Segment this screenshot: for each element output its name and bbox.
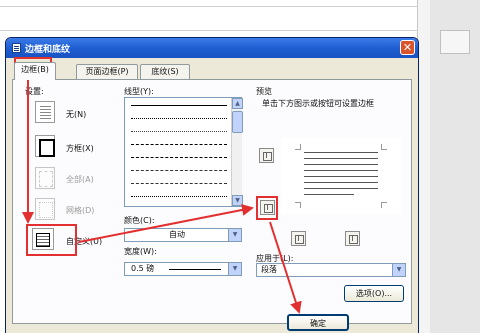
preview-text-line [304,158,378,159]
line-style-list[interactable]: ▲ ▼ [124,97,243,207]
preview-corner [295,202,301,208]
page-divider [0,30,418,31]
width-value: 0.5 磅 [131,264,155,273]
options-button[interactable]: 选项(O)... [344,285,404,302]
ok-button[interactable]: 确定 [287,314,349,331]
top-border-icon[interactable] [259,148,274,163]
color-dropdown[interactable]: 自动 ▼ [124,228,242,242]
border-none-icon[interactable] [35,101,55,123]
setting-none-label[interactable]: 无(N) [66,109,86,120]
line-style-dotted[interactable] [131,118,227,119]
width-line-sample [169,269,221,270]
tab-page-border[interactable]: 页面边框(P) [76,64,138,79]
line-style-dash-dot[interactable] [131,170,227,171]
close-button[interactable]: ✕ [400,40,415,55]
tab-borders[interactable]: 边框(B) [14,62,56,80]
scroll-down-icon[interactable]: ▼ [232,195,243,206]
border-grid-icon [35,198,55,220]
apply-to-dropdown[interactable]: 段落 ▼ [256,263,406,277]
document-side-thumbnail [440,30,470,54]
preview-text-line [304,194,354,195]
setting-all-label: 全部(A) [66,175,94,184]
line-style-dashed[interactable] [131,144,227,145]
width-label: 宽度(W): [124,247,157,256]
preview-corner [381,202,387,208]
preview-text-line [304,188,378,189]
right-border-icon[interactable] [345,231,360,246]
line-style-dash-dot-dot[interactable] [131,183,227,184]
preview-text-line [304,182,378,183]
document-icon [12,43,21,53]
chevron-down-icon[interactable]: ▼ [392,264,405,276]
preview-text-line [304,164,378,165]
border-box-icon[interactable] [35,135,55,157]
annotation-highlight-preview-button [256,196,278,220]
scroll-thumb[interactable] [232,111,243,133]
annotation-highlight-custom-setting [26,224,77,256]
line-style-solid[interactable] [131,105,227,106]
line-style-header: 线型(Y): [124,87,154,96]
color-label: 颜色(C): [124,216,155,225]
left-border-icon[interactable] [291,231,306,246]
preview-header: 预览 [256,87,272,96]
preview-area[interactable] [281,138,401,214]
line-style-fine-dotted[interactable] [131,131,227,132]
preview-text-line [304,176,378,177]
tab-shading[interactable]: 底纹(S) [140,64,190,79]
setting-grid-label: 网格(D) [66,206,95,215]
apply-to-value: 段落 [261,265,277,274]
preview-corner [295,144,301,150]
line-style-long-dashed[interactable] [131,157,227,158]
color-value: 自动 [169,230,185,239]
preview-text-line [304,170,378,171]
scroll-up-icon[interactable]: ▲ [232,98,243,109]
settings-header: 设置: [25,87,44,96]
setting-box-label[interactable]: 方框(X) [66,143,94,154]
border-all-icon [35,167,55,189]
dialog-titlebar[interactable]: 边框和底纹 ✕ [6,38,418,58]
preview-text-line [304,152,378,153]
chevron-down-icon[interactable]: ▼ [228,229,241,241]
preview-corner [381,144,387,150]
line-style-scrollbar[interactable]: ▲ ▼ [231,98,243,206]
preview-hint: 单击下方图示或按钮可设置边框 [262,99,374,108]
page-divider [0,6,418,7]
line-style-dot-dash[interactable] [131,196,227,197]
chevron-down-icon[interactable]: ▼ [228,263,241,275]
dialog-title: 边框和底纹 [25,45,71,55]
width-dropdown[interactable]: 0.5 磅 ▼ [124,262,242,276]
